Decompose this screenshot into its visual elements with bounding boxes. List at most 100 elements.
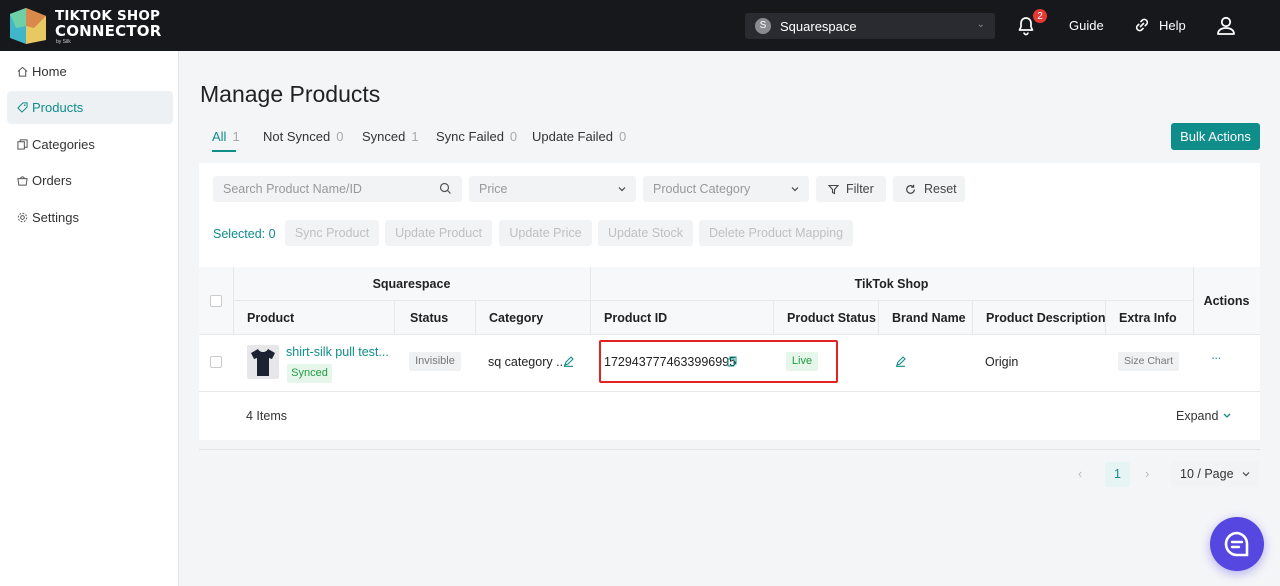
sidebar-item-home[interactable]: Home: [7, 55, 173, 88]
column-header-product-status: Product Status: [787, 311, 876, 325]
chevron-down-icon: ⌄: [976, 19, 985, 30]
row-checkbox[interactable]: [210, 356, 222, 368]
page-title: Manage Products: [200, 81, 381, 107]
chevron-down-icon: [1242, 472, 1250, 477]
logo-icon: [10, 8, 46, 44]
search-input[interactable]: Search Product Name/ID: [213, 176, 462, 202]
sidebar-item-label: Settings: [32, 210, 79, 225]
sidebar-item-label: Products: [32, 100, 84, 115]
tab-label: Update Failed: [532, 129, 613, 144]
sync-product-button[interactable]: Sync Product: [285, 220, 379, 246]
help-link[interactable]: Help: [1159, 18, 1186, 33]
products-card: Search Product Name/ID Price Product Cat…: [199, 163, 1260, 440]
active-tab-indicator: [212, 150, 236, 152]
size-chart-badge[interactable]: Size Chart: [1118, 352, 1179, 371]
sidebar-item-products[interactable]: Products: [7, 91, 173, 124]
previous-page-icon[interactable]: ‹: [1078, 466, 1082, 481]
user-icon[interactable]: [1216, 15, 1236, 37]
tab-label: Not Synced: [263, 129, 331, 144]
chevron-down-icon: [1223, 413, 1231, 418]
tab-synced[interactable]: Synced 1: [362, 129, 419, 144]
logo-text: TIKTOK SHOP CONNECTOR: [55, 9, 161, 39]
tab-label: Sync Failed: [436, 129, 504, 144]
column-header-product-id: Product ID: [604, 311, 668, 325]
app-logo[interactable]: TIKTOK SHOP CONNECTOR by Silk: [6, 6, 161, 46]
selected-count: Selected: 0: [213, 227, 276, 241]
tshirt-image: [251, 349, 275, 376]
group-header-squarespace: Squarespace: [233, 277, 590, 291]
tab-not-synced[interactable]: Not Synced 0: [263, 129, 343, 144]
logo-line-2: CONNECTOR: [55, 22, 162, 40]
group-label: Squarespace: [372, 277, 451, 291]
category-placeholder: Product Category: [653, 182, 751, 196]
page-size-select[interactable]: 10 / Page: [1171, 461, 1259, 487]
tag-icon: [17, 102, 28, 113]
highlight-box: [599, 340, 838, 383]
more-icon[interactable]: ···: [1211, 351, 1221, 365]
guide-link[interactable]: Guide: [1069, 18, 1104, 33]
chat-support-button[interactable]: [1210, 517, 1264, 571]
store-avatar: S: [755, 18, 771, 34]
column-divider: [773, 300, 774, 335]
group-label: TikTok Shop: [854, 277, 929, 291]
refresh-icon: [906, 184, 915, 194]
header-bottom-border: [199, 334, 1260, 335]
category-value: sq category ...: [488, 355, 567, 369]
product-name-link[interactable]: shirt-silk pull test...: [286, 345, 389, 359]
tab-sync-failed[interactable]: Sync Failed 0: [436, 129, 517, 144]
link-icon[interactable]: [1133, 16, 1151, 34]
tab-count: 1: [411, 129, 419, 144]
column-header-status: Status: [410, 311, 449, 325]
sidebar-item-label: Orders: [32, 173, 72, 188]
filter-icon: [828, 184, 839, 195]
search-placeholder: Search Product Name/ID: [223, 182, 362, 196]
column-divider: [878, 300, 879, 335]
filter-button[interactable]: Filter: [816, 176, 886, 202]
copy-icon: [17, 139, 28, 150]
sidebar-item-categories[interactable]: Categories: [7, 128, 173, 161]
logo-by-text: by Silk: [56, 39, 71, 45]
product-thumbnail[interactable]: [247, 345, 279, 379]
product-category-select[interactable]: Product Category: [643, 176, 809, 202]
price-select[interactable]: Price: [469, 176, 636, 202]
tab-update-failed[interactable]: Update Failed 0: [532, 129, 626, 144]
bulk-actions-button[interactable]: Bulk Actions: [1171, 123, 1260, 150]
reset-button[interactable]: Reset: [893, 176, 965, 202]
sidebar: Home Products Categories Orders Settings: [0, 51, 179, 586]
column-header-extra-info: Extra Info: [1119, 311, 1177, 325]
update-price-button[interactable]: Update Price: [499, 220, 592, 246]
row-divider: [199, 391, 1260, 392]
column-divider: [394, 300, 395, 335]
edit-icon[interactable]: [563, 356, 574, 367]
edit-icon[interactable]: [895, 356, 906, 367]
store-name: Squarespace: [780, 19, 857, 34]
sidebar-item-label: Home: [32, 64, 67, 79]
delete-product-mapping-button[interactable]: Delete Product Mapping: [699, 220, 853, 246]
cart-icon: [17, 176, 28, 186]
description-value: Origin: [985, 355, 1019, 369]
select-all-checkbox[interactable]: [210, 295, 222, 307]
update-stock-button[interactable]: Update Stock: [598, 220, 693, 246]
tab-all[interactable]: All 1: [212, 129, 240, 144]
reset-label: Reset: [924, 182, 957, 196]
sidebar-item-settings[interactable]: Settings: [7, 201, 173, 234]
tab-count: 1: [232, 129, 240, 144]
home-icon: [17, 66, 28, 77]
top-bar: TIKTOK SHOP CONNECTOR by Silk S Squaresp…: [0, 0, 1280, 51]
tab-count: 0: [509, 129, 518, 144]
page-number-current[interactable]: 1: [1105, 462, 1130, 487]
update-product-button[interactable]: Update Product: [385, 220, 492, 246]
column-header-product: Product: [247, 311, 295, 325]
synced-badge: Synced: [287, 364, 332, 383]
tab-count: 0: [618, 129, 627, 144]
sidebar-item-orders[interactable]: Orders: [7, 164, 173, 197]
sidebar-item-label: Categories: [32, 137, 95, 152]
tab-count: 0: [336, 129, 344, 144]
expand-label: Expand: [1176, 409, 1219, 423]
column-header-actions: Actions: [1203, 294, 1250, 308]
expand-button[interactable]: Expand: [1176, 409, 1232, 423]
tab-label: Synced: [362, 129, 406, 144]
store-selector[interactable]: S Squarespace ⌄: [745, 13, 995, 39]
next-page-icon[interactable]: ›: [1145, 466, 1149, 481]
items-count: 4 Items: [246, 409, 287, 423]
